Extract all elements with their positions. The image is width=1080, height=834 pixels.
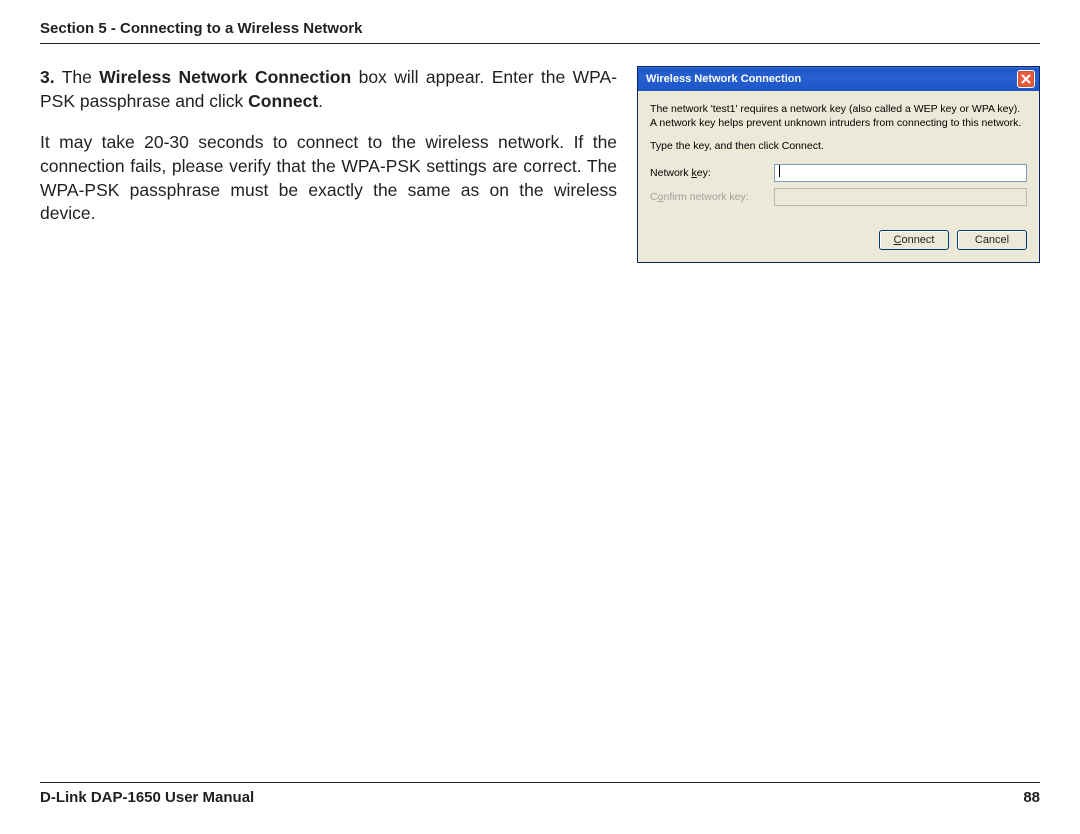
network-key-label: Network key: [650,167,774,179]
label-part: ey: [697,167,711,179]
connect-button[interactable]: Connect [879,230,949,250]
close-icon [1021,74,1031,84]
section-header: Section 5 - Connecting to a Wireless Net… [40,20,1040,44]
step-bold-1: Wireless Network Connection [99,67,351,87]
step-number: 3. [40,67,55,87]
dialog-titlebar[interactable]: Wireless Network Connection [638,67,1039,91]
instruction-text-column: 3. The Wireless Network Connection box w… [40,66,617,263]
wireless-connection-dialog: Wireless Network Connection The network … [637,66,1040,263]
dialog-instruction-text: Type the key, and then click Connect. [650,140,1027,154]
text-cursor [779,165,780,177]
dialog-title: Wireless Network Connection [646,73,801,85]
close-button[interactable] [1017,70,1035,88]
label-part: Network [650,167,691,179]
confirm-key-input[interactable] [774,188,1027,206]
btn-part: onnect [901,234,934,246]
step-bold-2: Connect [248,91,318,111]
step-text-3: . [318,91,323,111]
label-part: nfirm network key: [663,191,748,203]
btn-accel: C [894,234,902,246]
note-paragraph: It may take 20-30 seconds to connect to … [40,131,617,226]
footer-page-number: 88 [1023,789,1040,806]
confirm-key-label: Confirm network key: [650,191,774,203]
label-part: C [650,191,658,203]
footer-manual-name: D-Link DAP-1650 User Manual [40,789,254,806]
cancel-button[interactable]: Cancel [957,230,1027,250]
step-text: The [62,67,100,87]
step-3-paragraph: 3. The Wireless Network Connection box w… [40,66,617,113]
dialog-intro-text: The network 'test1' requires a network k… [650,103,1027,130]
network-key-input[interactable] [774,164,1027,182]
btn-label: Cancel [975,234,1009,246]
